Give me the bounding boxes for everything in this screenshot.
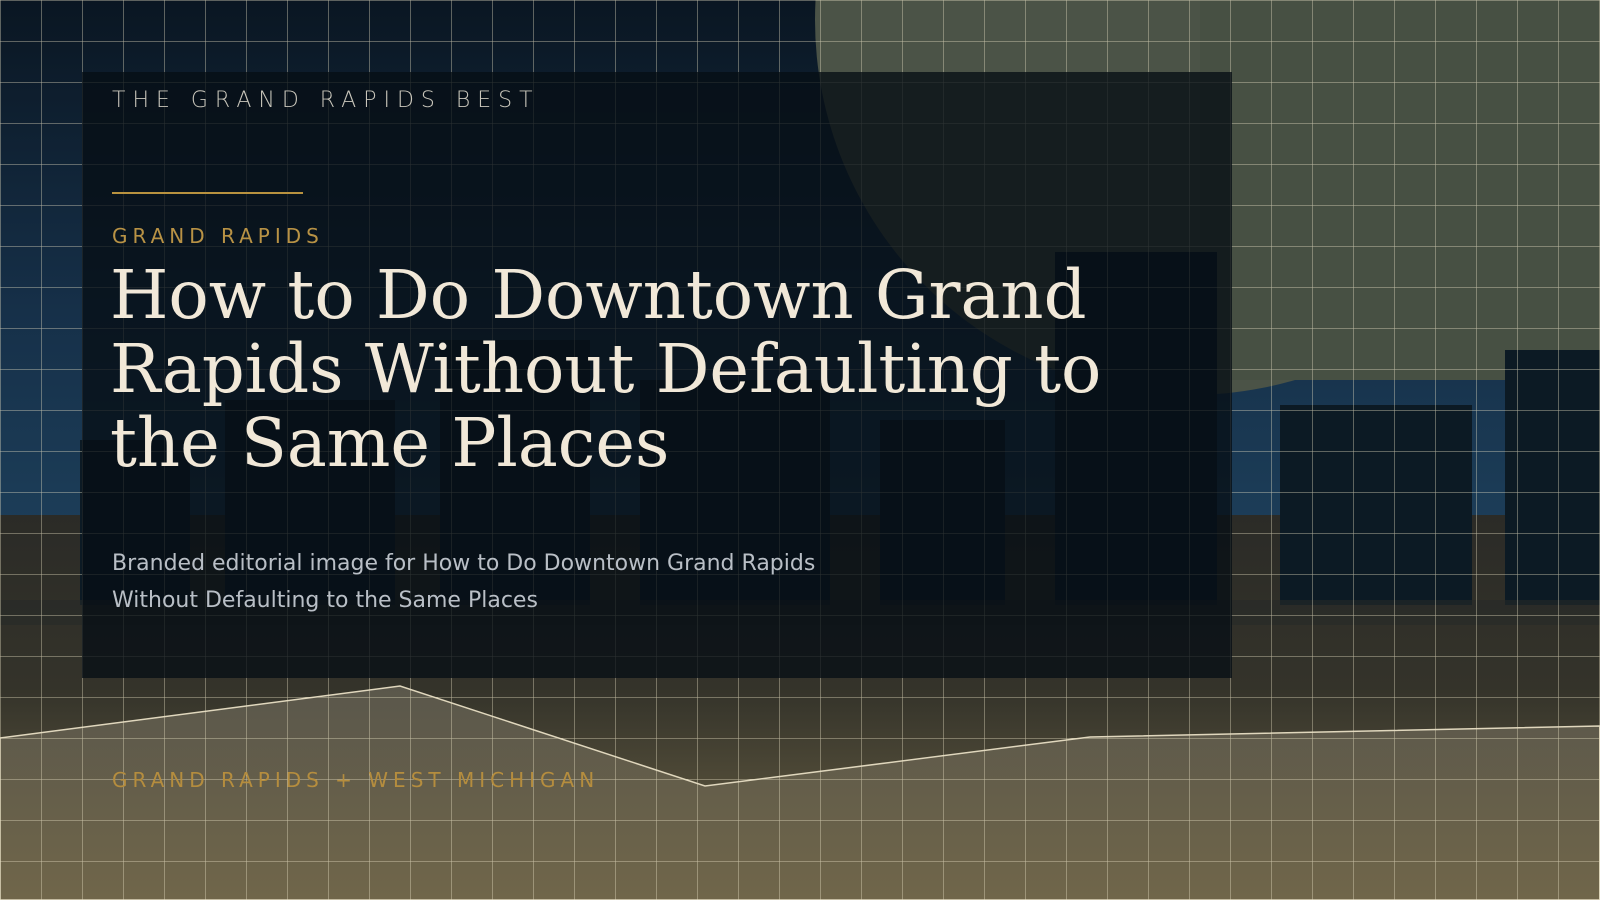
accent-rule [112,192,303,194]
region-tag: GRAND RAPIDS + WEST MICHIGAN [112,768,600,792]
category-kicker: GRAND RAPIDS [112,224,324,248]
brand-name: THE GRAND RAPIDS BEST [112,88,540,113]
article-title: How to Do Downtown Grand Rapids Without … [110,256,1102,482]
image-description: Branded editorial image for How to Do Do… [112,551,816,613]
